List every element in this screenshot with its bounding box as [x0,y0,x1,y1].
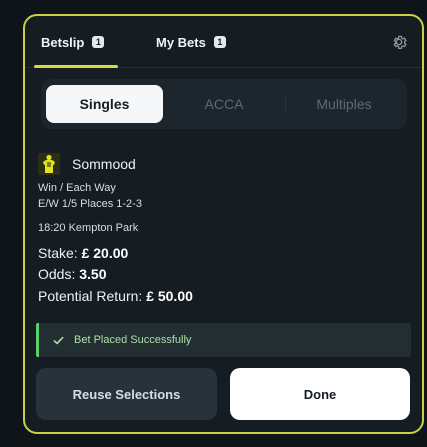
check-icon [53,336,64,344]
betslip-header: Betslip 1 My Bets 1 [25,16,422,68]
betslip-panel: Betslip 1 My Bets 1 Singles ACCA Multipl… [23,14,424,434]
stake-label: Stake: [38,245,78,261]
potential-return-value: £ 50.00 [146,288,193,304]
race-info: 18:20 Kempton Park [38,222,139,234]
tab-my-bets[interactable]: My Bets 1 [156,16,226,68]
tab-my-bets-label: My Bets [156,34,206,50]
gear-icon[interactable] [390,33,408,51]
bet-type-text: Win / Each Way [38,182,116,194]
potential-return-label: Potential Return: [38,288,143,304]
segment-acca[interactable]: ACCA [165,85,283,123]
jersey-icon [38,153,60,175]
reuse-selections-button[interactable]: Reuse Selections [36,368,217,420]
tab-betslip-label: Betslip [41,34,85,50]
stake-row: Stake: £ 20.00 [38,245,128,261]
active-tab-indicator [34,65,118,68]
horse-name: Sommood [72,156,136,172]
segment-singles[interactable]: Singles [46,85,163,123]
tab-betslip[interactable]: Betslip 1 [41,16,121,68]
potential-return-row: Potential Return: £ 50.00 [38,288,193,304]
odds-value: 3.50 [79,266,107,282]
tab-betslip-count-badge: 1 [92,36,105,48]
segment-multiples[interactable]: Multiples [285,85,403,123]
done-button[interactable]: Done [230,368,410,420]
stake-value: £ 20.00 [81,245,129,261]
odds-row: Odds: 3.50 [38,266,107,282]
each-way-terms: E/W 1/5 Places 1-2-3 [38,198,142,210]
bet-placed-message: Bet Placed Successfully [74,334,192,346]
tab-my-bets-count-badge: 1 [213,36,226,48]
bet-type-selector: Singles ACCA Multiples [41,79,407,129]
bet-placed-banner: Bet Placed Successfully [36,323,411,357]
odds-label: Odds: [38,266,76,282]
